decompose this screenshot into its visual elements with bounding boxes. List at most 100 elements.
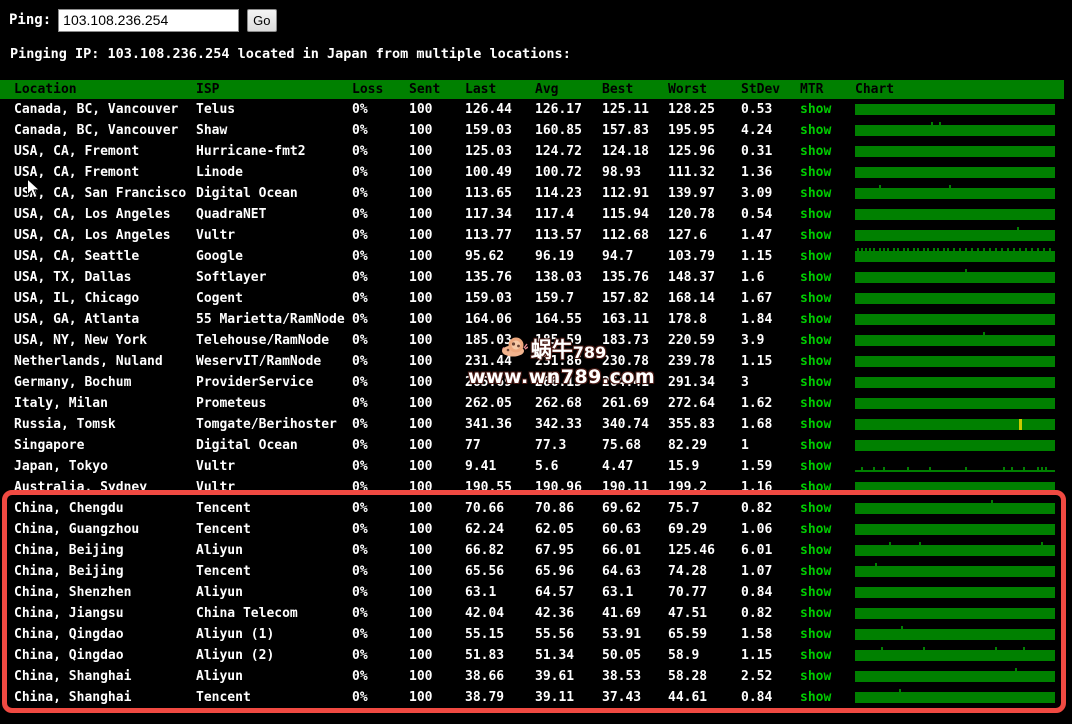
mtr-show-link[interactable]: show (800, 375, 831, 390)
latency-spike-tick (1011, 467, 1013, 470)
cell-isp: QuadraNET (196, 204, 352, 225)
latency-spike-tick (869, 248, 871, 251)
mtr-show-link[interactable]: show (800, 312, 831, 327)
cell-sent: 100 (409, 582, 465, 603)
column-header-location: Location (14, 80, 196, 99)
cell-last: 77 (465, 435, 535, 456)
ping-chart-bar (855, 309, 1055, 330)
latency-spike-tick (1003, 467, 1005, 470)
cell-last: 117.34 (465, 204, 535, 225)
cell-mtr: show (800, 540, 855, 561)
latency-spike-tick (883, 248, 885, 251)
cell-last: 9.41 (465, 456, 535, 477)
column-header-sent: Sent (409, 80, 465, 99)
cell-best: 37.43 (602, 687, 668, 708)
mtr-show-link[interactable]: show (800, 165, 831, 180)
cell-stdev: 0.84 (741, 582, 800, 603)
cell-last: 100.49 (465, 162, 535, 183)
cell-loss: 0% (352, 456, 409, 477)
ping-chart-bar (855, 204, 1055, 225)
cell-isp: China Telecom (196, 603, 352, 624)
cell-worst: 111.32 (668, 162, 741, 183)
cell-worst: 58.28 (668, 666, 741, 687)
cell-location: China, Guangzhou (14, 519, 196, 540)
mtr-show-link[interactable]: show (800, 606, 831, 621)
mtr-show-link[interactable]: show (800, 291, 831, 306)
mtr-show-link[interactable]: show (800, 543, 831, 558)
mtr-show-link[interactable]: show (800, 207, 831, 222)
cell-sent: 100 (409, 204, 465, 225)
latency-spike-tick (907, 248, 909, 251)
mtr-show-link[interactable]: show (800, 522, 831, 537)
cell-last: 66.82 (465, 540, 535, 561)
mtr-show-link[interactable]: show (800, 417, 831, 432)
cell-mtr: show (800, 225, 855, 246)
cell-location: China, Qingdao (14, 624, 196, 645)
table-row: Japan, TokyoVultr0%1009.415.64.4715.91.5… (0, 456, 1064, 477)
cell-loss: 0% (352, 603, 409, 624)
latency-spike-tick (875, 563, 877, 566)
mtr-show-link[interactable]: show (800, 459, 831, 474)
mtr-show-link[interactable]: show (800, 438, 831, 453)
table-row: USA, GA, Atlanta55 Marietta/RamNode0%100… (0, 309, 1064, 330)
mtr-show-link[interactable]: show (800, 144, 831, 159)
cell-avg: 51.34 (535, 645, 602, 666)
mtr-show-link[interactable]: show (800, 669, 831, 684)
mtr-show-link[interactable]: show (800, 564, 831, 579)
cell-avg: 39.11 (535, 687, 602, 708)
mtr-show-link[interactable]: show (800, 228, 831, 243)
cell-avg: 164.55 (535, 309, 602, 330)
latency-spike-tick (991, 500, 993, 503)
mtr-show-link[interactable]: show (800, 648, 831, 663)
cell-isp: Digital Ocean (196, 435, 352, 456)
mtr-show-link[interactable]: show (800, 270, 831, 285)
cell-isp: Digital Ocean (196, 183, 352, 204)
table-row: Germany, BochumProviderService0%100265.6… (0, 372, 1064, 393)
cell-mtr: show (800, 288, 855, 309)
mtr-show-link[interactable]: show (800, 585, 831, 600)
mtr-show-link[interactable]: show (800, 123, 831, 138)
cell-last: 55.15 (465, 624, 535, 645)
cell-worst: 355.83 (668, 414, 741, 435)
cell-isp: Aliyun (196, 666, 352, 687)
go-button[interactable]: Go (247, 9, 276, 32)
cell-sent: 100 (409, 645, 465, 666)
ping-chart-bar (855, 561, 1055, 582)
mtr-show-link[interactable]: show (800, 690, 831, 705)
cell-last: 51.83 (465, 645, 535, 666)
latency-spike-tick (1017, 227, 1019, 230)
cell-location: USA, GA, Atlanta (14, 309, 196, 330)
cell-last: 65.56 (465, 561, 535, 582)
ping-chart-bar (855, 582, 1055, 603)
cell-stdev: 1.15 (741, 351, 800, 372)
cell-location: China, Jiangsu (14, 603, 196, 624)
mtr-show-link[interactable]: show (800, 249, 831, 264)
cell-best: 183.73 (602, 330, 668, 351)
cell-isp: Hurricane-fmt2 (196, 141, 352, 162)
ping-input[interactable] (58, 9, 239, 32)
mtr-show-link[interactable]: show (800, 186, 831, 201)
latency-spike-tick (965, 248, 967, 251)
mtr-show-link[interactable]: show (800, 627, 831, 642)
mtr-show-link[interactable]: show (800, 480, 831, 495)
cell-loss: 0% (352, 288, 409, 309)
cell-last: 38.79 (465, 687, 535, 708)
mtr-show-link[interactable]: show (800, 333, 831, 348)
latency-spike-tick (983, 332, 985, 335)
cell-best: 157.82 (602, 288, 668, 309)
mtr-show-link[interactable]: show (800, 396, 831, 411)
mtr-show-link[interactable]: show (800, 354, 831, 369)
cell-best: 94.7 (602, 246, 668, 267)
cell-worst: 70.77 (668, 582, 741, 603)
cell-stdev: 0.54 (741, 204, 800, 225)
mtr-show-link[interactable]: show (800, 501, 831, 516)
mtr-show-link[interactable]: show (800, 102, 831, 117)
table-row: Italy, MilanPrometeus0%100262.05262.6826… (0, 393, 1064, 414)
cell-isp: Google (196, 246, 352, 267)
latency-spike-tick (959, 248, 961, 251)
cell-mtr: show (800, 393, 855, 414)
table-row: USA, IL, ChicagoCogent0%100159.03159.715… (0, 288, 1064, 309)
cell-mtr: show (800, 435, 855, 456)
cell-worst: 47.51 (668, 603, 741, 624)
ping-chart-bar (855, 330, 1055, 351)
